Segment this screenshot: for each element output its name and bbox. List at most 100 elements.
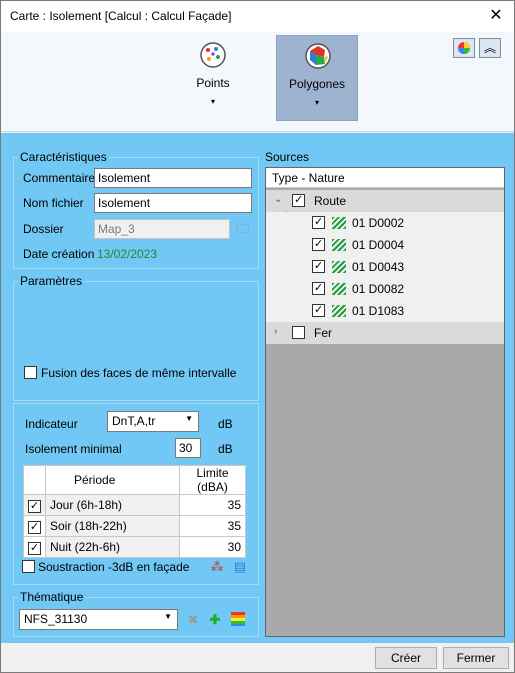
check-icon[interactable]: ✓ — [28, 499, 41, 513]
periode-table: Période Limite (dBA) ✓ Jour (6h-18h) 35 … — [23, 465, 246, 558]
fusion-checkbox[interactable] — [24, 366, 37, 379]
isolement-input[interactable]: 30 — [175, 438, 201, 458]
points-dropdown-icon[interactable]: ▾ — [172, 97, 254, 106]
tree-group-route[interactable]: ⌄ ✓ Route — [266, 190, 504, 212]
tree-item-label: 01 D0002 — [352, 216, 405, 230]
commentaire-label: Commentaire — [23, 171, 96, 185]
parametres-title: Paramètres — [18, 274, 85, 288]
creer-button[interactable]: Créer — [375, 647, 437, 669]
item-checkbox[interactable]: ✓ — [312, 216, 325, 229]
table-row[interactable]: ✓ Nuit (22h-6h) 30 — [23, 536, 246, 558]
soustraction-label: Soustraction -3dB en façade — [38, 560, 190, 574]
points-icon — [200, 42, 226, 68]
polygones-icon — [305, 43, 331, 69]
dialog-window: Carte : Isolement [Calcul : Calcul Façad… — [0, 0, 515, 673]
ribbon: Points ▾ Polygones ▾ ︽ — [1, 32, 514, 132]
item-checkbox[interactable]: ✓ — [312, 304, 325, 317]
sources-header: Type - Nature — [266, 168, 504, 188]
delete-icon[interactable]: ✖ — [185, 612, 201, 628]
fer-checkbox[interactable] — [292, 326, 305, 339]
dossier-label: Dossier — [23, 222, 64, 236]
date-creation-value: 13/02/2023 — [97, 247, 158, 261]
indicateur-unit: dB — [218, 417, 233, 431]
document-icon[interactable]: ▤ — [232, 559, 248, 575]
main-body: Caractéristiques Commentaire Isolement N… — [1, 133, 514, 643]
thematique-value: NFS_31130 — [24, 612, 88, 626]
road-icon — [332, 261, 346, 273]
row-checkbox-cell[interactable]: ✓ — [23, 515, 46, 537]
isolement-label: Isolement minimal — [25, 442, 122, 456]
footer: Créer Fermer — [1, 643, 514, 672]
indicateur-value: DnT,A,tr — [112, 414, 156, 428]
window-title: Carte : Isolement [Calcul : Calcul Façad… — [10, 9, 232, 23]
sources-tree: Type - Nature ⌄ ✓ Route ✓ 01 D0002 ✓ 01 … — [265, 167, 505, 637]
chevron-right-icon[interactable]: › — [274, 326, 277, 337]
commentaire-input[interactable]: Isolement — [94, 168, 252, 188]
chevron-down-icon: ▼ — [164, 612, 172, 621]
check-icon[interactable]: ✓ — [28, 520, 41, 534]
tree-item[interactable]: ✓ 01 D0002 — [266, 212, 504, 234]
item-checkbox[interactable]: ✓ — [312, 282, 325, 295]
periode-cell: Nuit (22h-6h) — [45, 536, 180, 558]
route-checkbox[interactable]: ✓ — [292, 194, 305, 207]
thematique-title: Thématique — [18, 590, 86, 604]
item-checkbox[interactable]: ✓ — [312, 238, 325, 251]
fermer-button[interactable]: Fermer — [443, 647, 509, 669]
color-legend-icon[interactable]: ⁂ — [209, 559, 225, 575]
limite-cell[interactable]: 35 — [179, 515, 246, 537]
tree-item[interactable]: ✓ 01 D0004 — [266, 234, 504, 256]
gradient-icon[interactable] — [230, 612, 246, 628]
indicateur-select[interactable]: DnT,A,tr ▼ — [107, 411, 199, 432]
date-creation-label: Date création — [23, 247, 95, 261]
table-header-row: Période Limite (dBA) — [23, 465, 246, 495]
table-row[interactable]: ✓ Soir (18h-22h) 35 — [23, 515, 246, 537]
collapse-ribbon-icon[interactable]: ︽ — [479, 38, 501, 58]
soustraction-checkbox[interactable] — [22, 560, 35, 573]
periode-cell: Jour (6h-18h) — [45, 494, 180, 516]
tree-item-label: 01 D0004 — [352, 238, 405, 252]
route-label: Route — [314, 194, 347, 208]
row-checkbox-cell[interactable]: ✓ — [23, 494, 46, 516]
chevron-down-icon[interactable]: ⌄ — [274, 194, 282, 205]
isolement-unit: dB — [218, 442, 233, 456]
polygones-label: Polygones — [288, 77, 346, 91]
add-icon[interactable]: ✚ — [207, 612, 223, 628]
fer-label: Fer — [314, 326, 332, 340]
dossier-input: Map_3 — [94, 219, 230, 239]
thematique-select[interactable]: NFS_31130 ▼ — [19, 609, 178, 630]
tree-item[interactable]: ✓ 01 D1083 — [266, 300, 504, 322]
indicateur-label: Indicateur — [25, 417, 78, 431]
road-icon — [332, 283, 346, 295]
tree-item-label: 01 D1083 — [352, 304, 405, 318]
periode-cell: Soir (18h-22h) — [45, 515, 180, 537]
folder-icon[interactable]: 🗀 — [235, 221, 251, 237]
sources-title: Sources — [265, 150, 310, 164]
fusion-label: Fusion des faces de même intervalle — [41, 366, 237, 380]
table-row[interactable]: ✓ Jour (6h-18h) 35 — [23, 494, 246, 516]
nom-fichier-input[interactable]: Isolement — [94, 193, 252, 213]
item-checkbox[interactable]: ✓ — [312, 260, 325, 273]
road-icon — [332, 305, 346, 317]
tree-item[interactable]: ✓ 01 D0043 — [266, 256, 504, 278]
chevron-down-icon: ▼ — [185, 414, 193, 423]
tree-item-label: 01 D0043 — [352, 260, 405, 274]
tree-item[interactable]: ✓ 01 D0082 — [266, 278, 504, 300]
road-icon — [332, 217, 346, 229]
caracteristiques-title: Caractéristiques — [18, 150, 109, 164]
road-icon — [332, 239, 346, 251]
polygones-dropdown-icon[interactable]: ▾ — [277, 98, 357, 107]
nom-fichier-label: Nom fichier — [23, 196, 84, 210]
close-icon[interactable]: ✕ — [486, 6, 506, 26]
title-bar: Carte : Isolement [Calcul : Calcul Façad… — [1, 1, 514, 32]
check-icon[interactable]: ✓ — [28, 541, 41, 555]
points-button[interactable]: Points ▾ — [172, 35, 254, 121]
polygones-button[interactable]: Polygones ▾ — [276, 35, 358, 121]
palette-icon[interactable] — [453, 38, 475, 58]
limite-cell[interactable]: 30 — [179, 536, 246, 558]
table-corner — [23, 465, 46, 495]
limite-cell[interactable]: 35 — [179, 494, 246, 516]
tree-group-fer[interactable]: › Fer — [266, 322, 504, 344]
tree-item-label: 01 D0082 — [352, 282, 405, 296]
row-checkbox-cell[interactable]: ✓ — [23, 536, 46, 558]
points-label: Points — [196, 76, 230, 90]
